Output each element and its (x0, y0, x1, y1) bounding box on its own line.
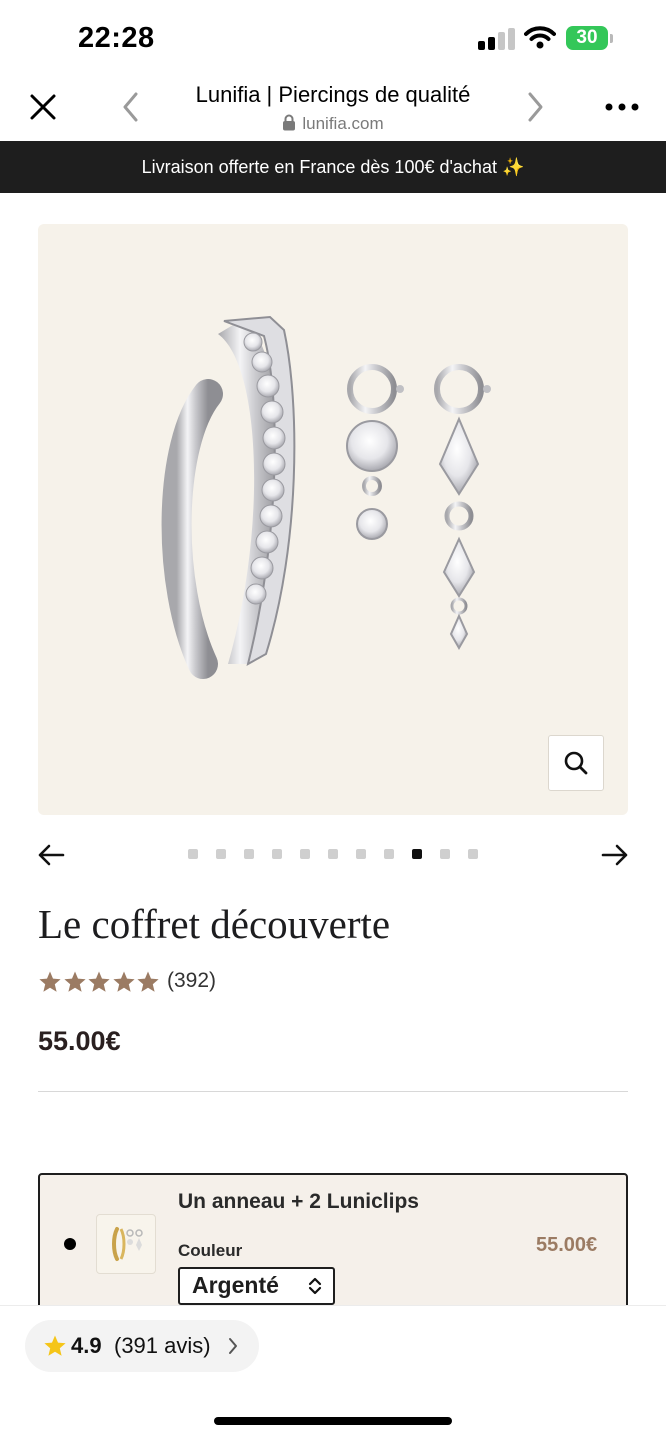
wifi-icon (524, 24, 556, 50)
gallery-dot[interactable] (468, 849, 478, 859)
reviews-widget-button[interactable]: 4.9 (391 avis) (25, 1320, 259, 1372)
bundle-name: Un anneau + 2 Luniclips (178, 1190, 419, 1213)
divider (38, 1091, 628, 1092)
browser-forward-icon[interactable] (522, 90, 548, 124)
color-select-value: Argenté (192, 1272, 279, 1298)
product-title: Le coffret découverte (38, 901, 391, 947)
lock-icon (283, 114, 296, 131)
bundle-price: 55.00€ (536, 1234, 598, 1256)
rating-stars[interactable] (38, 970, 161, 996)
jewelry-illustration (161, 315, 491, 679)
rating-score: 4.9 (71, 1333, 102, 1358)
browser-page-title: Lunifia | Piercings de qualité (195, 82, 471, 107)
search-icon (564, 751, 588, 775)
gallery-next-arrow-icon[interactable] (600, 840, 630, 870)
bundle-thumbnail (96, 1214, 156, 1274)
url-text: lunifia.com (302, 114, 384, 133)
product-image[interactable] (38, 224, 628, 815)
review-count[interactable]: (392) (167, 969, 216, 993)
product-price: 55.00€ (38, 1026, 121, 1056)
gallery-dot[interactable] (188, 849, 198, 859)
gallery-prev-arrow-icon[interactable] (36, 840, 66, 870)
gallery-dot[interactable] (328, 849, 338, 859)
chevron-right-icon (229, 1338, 237, 1354)
star-icon (88, 971, 110, 992)
status-time: 22:28 (78, 22, 155, 54)
bundle-radio-selected[interactable] (64, 1238, 76, 1250)
gallery-dot[interactable] (356, 849, 366, 859)
gallery-dot[interactable] (300, 849, 310, 859)
browser-url[interactable]: lunifia.com (140, 114, 526, 134)
gallery-pagination (188, 849, 488, 861)
color-select[interactable]: Argenté (178, 1267, 335, 1305)
cellular-signal-icon (478, 28, 516, 50)
star-icon (112, 971, 135, 992)
color-label: Couleur (178, 1241, 243, 1260)
gallery-dot[interactable] (216, 849, 226, 859)
gallery-dot[interactable] (272, 849, 282, 859)
battery-level: 30 (566, 26, 608, 50)
zoom-button[interactable] (548, 735, 604, 791)
promo-banner: Livraison offerte en France dès 100€ d'a… (0, 141, 666, 193)
chevron-up-down-icon (308, 1277, 322, 1295)
star-icon (44, 1335, 66, 1356)
close-icon[interactable] (28, 92, 58, 122)
gallery-dot[interactable] (412, 849, 422, 859)
gallery-dot[interactable] (384, 849, 394, 859)
battery-icon: 30 (566, 26, 614, 52)
more-options-icon[interactable] (604, 100, 640, 112)
gallery-dot[interactable] (244, 849, 254, 859)
home-indicator (214, 1417, 452, 1425)
rating-count: (391 avis) (114, 1333, 211, 1358)
star-icon (137, 971, 159, 992)
gallery-dot[interactable] (440, 849, 450, 859)
star-icon (39, 971, 61, 992)
star-icon (63, 971, 86, 992)
